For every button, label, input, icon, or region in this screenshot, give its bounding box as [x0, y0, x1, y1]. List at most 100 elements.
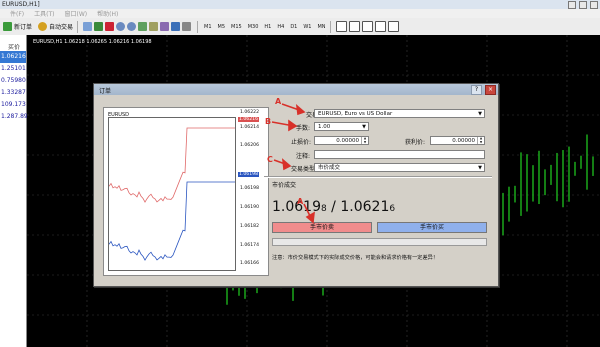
- menu-help[interactable]: 帮助(H): [97, 9, 118, 18]
- indicator-icon[interactable]: [160, 22, 170, 31]
- stop-loss-value: 0.00000: [336, 138, 359, 144]
- quote-row[interactable]: 0.75980: [0, 75, 26, 87]
- y-tick: 1.06190: [240, 205, 259, 210]
- tick-chart-canvas: [108, 127, 235, 261]
- warning-note: 注意：市价交易模式下的实际成交价格，可能会和请求价格有一定差异！: [272, 255, 439, 261]
- zoom-in-icon[interactable]: [116, 22, 126, 31]
- tile-icon[interactable]: [138, 22, 148, 31]
- separator: [329, 20, 331, 33]
- annotation-label: C: [267, 155, 273, 164]
- take-profit-value: 0.00000: [452, 138, 475, 144]
- symbol-select[interactable]: EURUSD, Euro vs US Dollar ▼: [314, 109, 485, 118]
- volume-field[interactable]: 1.00 ▼: [314, 122, 369, 131]
- tf-m30[interactable]: M30: [248, 24, 259, 30]
- market-watch-panel: 买价 1.06216 1.25101 0.75980 1.33287 109.1…: [0, 35, 28, 347]
- tf-m5[interactable]: M5: [218, 24, 226, 30]
- help-button[interactable]: ?: [471, 85, 482, 95]
- order-type-select[interactable]: 市价成交 ▼: [314, 163, 485, 172]
- menu-bar: 件(F) 工具(T) 窗口(W) 帮助(H): [0, 9, 600, 18]
- y-tick: 1.06222: [240, 110, 259, 115]
- maximize-button[interactable]: [579, 1, 587, 9]
- divider: [264, 176, 492, 178]
- y-tick: 1.06174: [240, 243, 259, 248]
- tf-w1[interactable]: W1: [303, 24, 311, 30]
- comment-label: 注释:: [296, 153, 311, 160]
- tick-chart-plot: [108, 117, 236, 271]
- template-icon[interactable]: [182, 22, 192, 31]
- quote-row[interactable]: 1.287.89: [0, 111, 28, 123]
- dialog-title: 订单: [99, 88, 112, 95]
- tf-h4[interactable]: H4: [277, 24, 284, 30]
- chevron-down-icon: ▼: [478, 111, 482, 117]
- auto-trade-label: 自动交易: [49, 24, 74, 31]
- spinner-icon[interactable]: ▲ ▼: [477, 136, 484, 144]
- buy-by-market-button[interactable]: 手市价买: [377, 222, 487, 233]
- period-icon[interactable]: [171, 22, 181, 31]
- menu-file[interactable]: 件(F): [10, 9, 24, 18]
- separator: [77, 20, 79, 33]
- order-dialog: 订单 ? × EURUSD 1.06222 1.06216 1.06214 1.…: [93, 83, 499, 287]
- ask-price: 1.0621: [340, 199, 390, 215]
- window-title: EURUSD,H1]: [2, 1, 40, 8]
- menu-window[interactable]: 窗口(W): [65, 9, 88, 18]
- stop-loss-label: 止损价:: [291, 139, 312, 146]
- chart-info: EURUSD,H1 1.06218 1.06265 1.06216 1.0619…: [33, 39, 152, 45]
- quote-row[interactable]: 109.173: [0, 99, 26, 111]
- new-order-label: 新订单: [14, 24, 33, 31]
- auto-trade-icon: [38, 22, 48, 31]
- auto-trade-button[interactable]: 自动交易: [38, 22, 73, 31]
- bid-price-tag: 1.06198: [238, 172, 259, 177]
- chevron-down-icon: ▼: [478, 165, 482, 171]
- tf-m15[interactable]: M15: [231, 24, 242, 30]
- crosshair-icon[interactable]: [348, 21, 360, 32]
- vertical-line-icon[interactable]: [361, 21, 373, 32]
- y-tick: 1.06182: [240, 224, 259, 229]
- horizontal-line-icon[interactable]: [374, 21, 386, 32]
- order-type-value: 市价成交: [318, 165, 341, 171]
- ask-line: [108, 127, 235, 203]
- zoom-out-icon[interactable]: [127, 22, 137, 31]
- line-chart-icon[interactable]: [105, 22, 115, 31]
- price-separator: /: [326, 199, 341, 215]
- candle-icon[interactable]: [94, 22, 104, 31]
- ask-price-last-digit: 6: [389, 204, 396, 214]
- new-order-icon: [3, 22, 12, 31]
- annotation-label: A: [297, 197, 304, 206]
- stop-loss-field[interactable]: 0.00000 ▲ ▼: [314, 136, 369, 145]
- dialog-title-bar: 订单 ? ×: [94, 84, 498, 95]
- chart-type-icon[interactable]: [83, 22, 93, 31]
- y-tick: 1.06214: [240, 125, 259, 130]
- annotation-label: A: [275, 97, 282, 106]
- chevron-down-icon: ▼: [362, 124, 366, 130]
- title-bar: EURUSD,H1]: [0, 0, 600, 9]
- tf-m1[interactable]: M1: [204, 24, 212, 30]
- quote-row[interactable]: 1.25101: [0, 63, 26, 75]
- tf-h1[interactable]: H1: [264, 24, 271, 30]
- comment-field[interactable]: [314, 150, 485, 159]
- separator: [197, 20, 199, 33]
- scroll-icon[interactable]: [149, 22, 159, 31]
- quote-row[interactable]: 1.06216: [0, 51, 26, 63]
- toolbar: 新订单 自动交易 M1 M5 M15 M30 H1 H4 D1 W1 MN: [0, 18, 600, 36]
- trendline-icon[interactable]: [387, 21, 399, 32]
- y-tick: 1.06166: [240, 261, 259, 266]
- menu-tools[interactable]: 工具(T): [34, 9, 54, 18]
- tf-d1[interactable]: D1: [290, 24, 297, 30]
- symbol-select-value: EURUSD, Euro vs US Dollar: [318, 111, 393, 117]
- new-order-button[interactable]: 新订单: [3, 22, 32, 31]
- quote-row[interactable]: 1.33287: [0, 87, 26, 99]
- sell-by-market-button[interactable]: 手市价卖: [272, 222, 372, 233]
- minimize-button[interactable]: [568, 1, 576, 9]
- bid-line: [108, 181, 235, 261]
- volume-label: 手数:: [296, 125, 311, 132]
- market-watch-header: 买价: [8, 44, 21, 51]
- window-controls: [568, 1, 598, 9]
- y-tick: 1.06198: [240, 186, 259, 191]
- spinner-icon[interactable]: ▲ ▼: [361, 136, 368, 144]
- tf-mn[interactable]: MN: [317, 24, 325, 30]
- tick-chart: EURUSD 1.06222 1.06216 1.06214 1.06206 1…: [103, 107, 269, 276]
- cursor-icon[interactable]: [335, 21, 347, 32]
- close-window-button[interactable]: [590, 1, 598, 9]
- close-dialog-button[interactable]: ×: [485, 85, 496, 95]
- take-profit-field[interactable]: 0.00000 ▲ ▼: [430, 136, 485, 145]
